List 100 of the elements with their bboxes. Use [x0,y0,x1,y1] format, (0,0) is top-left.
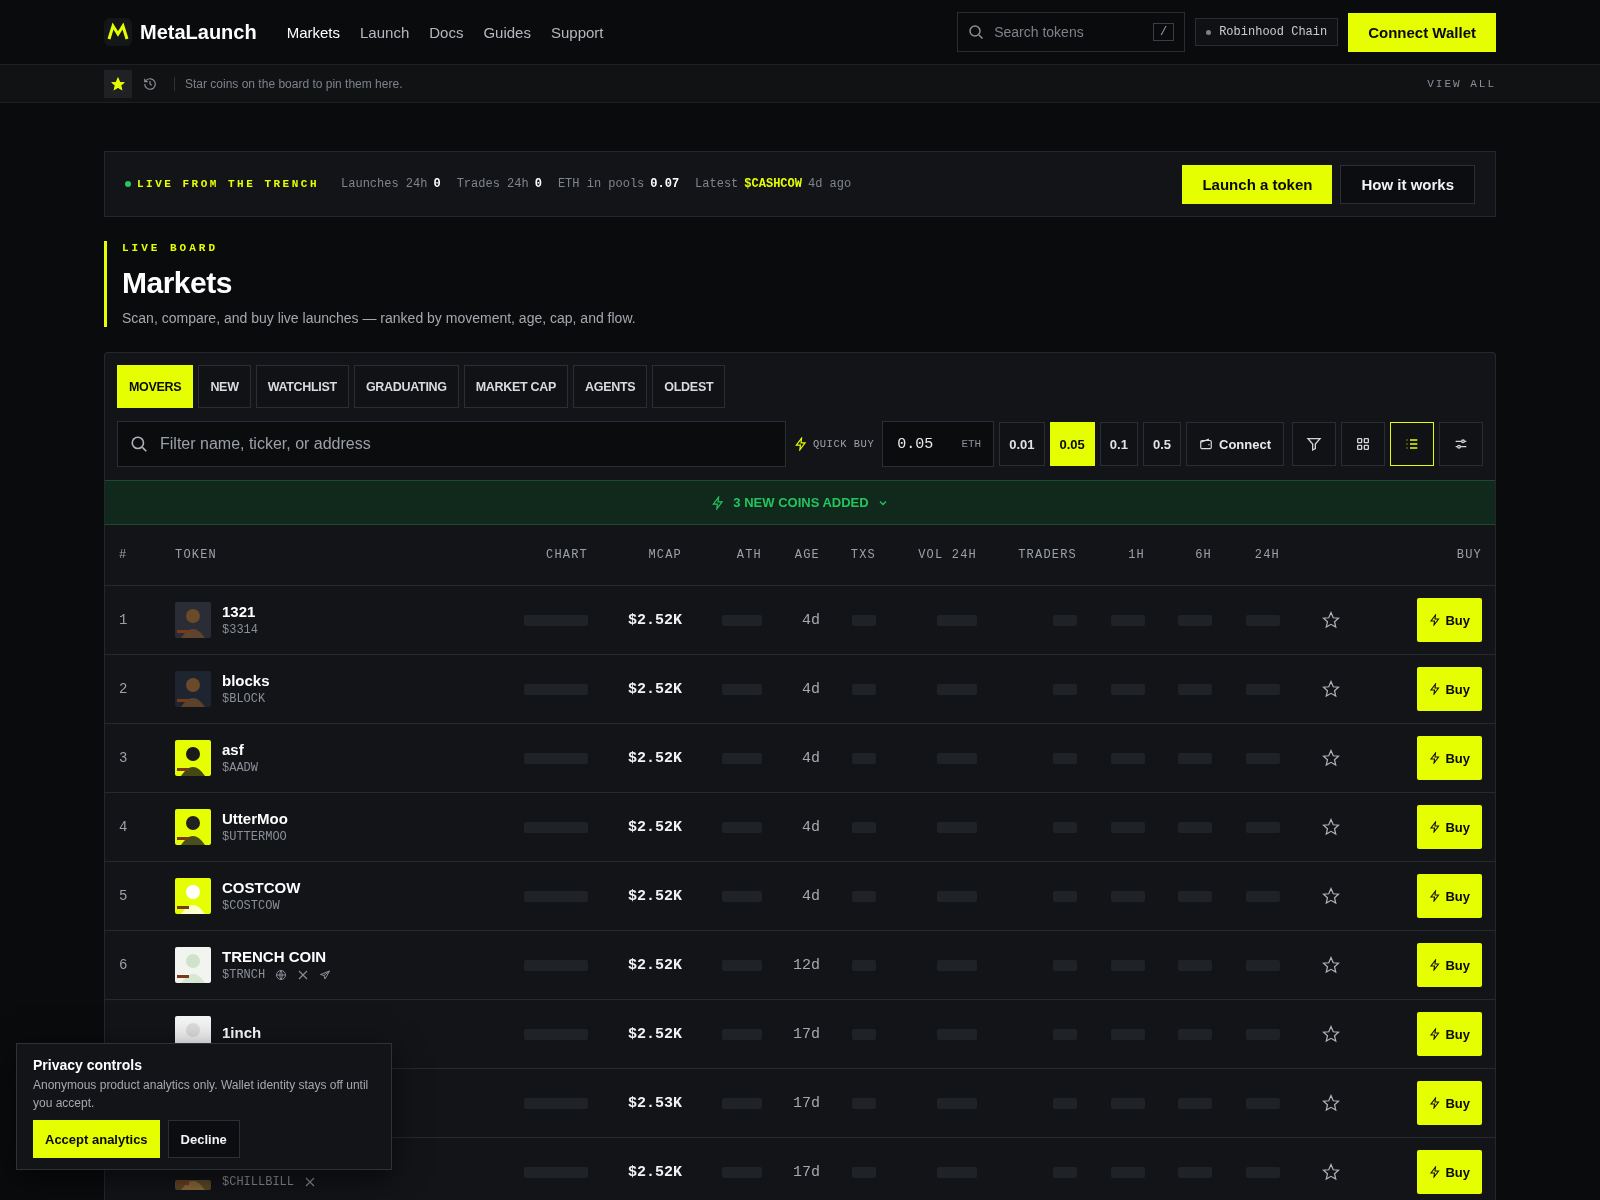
accept-button[interactable]: Accept analytics [33,1120,160,1158]
buy-button[interactable]: Buy [1417,1150,1482,1194]
token-name[interactable]: TRENCH COIN [222,948,332,965]
market-cap: $2.53K [627,1094,682,1112]
buy-button[interactable]: Buy [1417,667,1482,711]
column-header: 24H [1253,548,1280,562]
amount-input[interactable]: 0.05 [895,434,950,454]
amount-preset[interactable]: 0.5 [1142,422,1181,466]
buy-button[interactable]: Buy [1417,1081,1482,1125]
token-age: 4d [801,749,820,767]
star-icon[interactable] [1322,680,1340,698]
filter-tab[interactable]: MOVERS [117,365,194,408]
starred-tab[interactable] [104,69,132,98]
token-name[interactable]: COSTCOW [222,879,301,896]
market-cap: $2.52K [627,1163,682,1181]
logo-icon [104,18,132,46]
market-cap: $2.52K [627,956,682,974]
token-ticker: $AADW [222,761,258,775]
lightning-icon [1429,890,1442,902]
filter-box[interactable]: Filter name, ticker, or address [117,421,786,467]
nav-link[interactable]: Guides [483,23,531,41]
nav-link[interactable]: Markets [286,23,341,41]
connect-wallet-button[interactable]: Connect Wallet [1348,12,1496,52]
live-dot-icon [125,181,131,187]
lightning-icon [794,437,808,451]
buy-button[interactable]: Buy [1417,598,1482,642]
token-name[interactable]: asf [222,741,258,758]
how-it-works-button[interactable]: How it works [1340,164,1475,204]
star-icon[interactable] [1322,611,1340,629]
launch-button[interactable]: Launch a token [1182,164,1333,204]
filter-tab[interactable]: AGENTS [573,365,648,408]
star-icon[interactable] [1322,1163,1340,1181]
buy-button[interactable]: Buy [1417,943,1482,987]
filter-view-button[interactable] [1292,422,1336,466]
x-icon[interactable] [297,969,310,981]
token-name[interactable]: 1inch [222,1024,262,1041]
star-icon[interactable] [1322,1025,1340,1043]
column-header: 1H [1127,548,1145,562]
token-age: 4d [801,611,820,629]
amount-preset[interactable]: 0.01 [999,422,1045,466]
view-all-link[interactable]: VIEW ALL [1427,77,1496,90]
star-icon[interactable] [1322,1094,1340,1112]
decline-button[interactable]: Decline [167,1120,240,1158]
new-coins-banner[interactable]: 3 NEW COINS ADDED [105,480,1495,525]
search-input[interactable]: Search tokens [992,23,1145,41]
grid-view-button[interactable] [1341,422,1385,466]
buy-button[interactable]: Buy [1417,1012,1482,1056]
rank-number: 4 [118,819,129,835]
token-age: 4d [801,818,820,836]
search-box[interactable]: Search tokens / [957,12,1186,52]
token-name[interactable]: 1321 [222,603,258,620]
column-header: VOL 24H [917,548,977,562]
buy-button[interactable]: Buy [1417,874,1482,918]
brand-name[interactable]: MetaLaunch [140,20,257,44]
token-name[interactable]: blocks [222,672,270,689]
nav-link[interactable]: Launch [360,23,410,41]
amount-preset[interactable]: 0.1 [1099,422,1138,466]
column-header: # [118,548,129,562]
shortcut-key: / [1152,23,1175,41]
chain-selector[interactable]: Robinhood Chain [1195,18,1339,46]
pin-hint: Star coins on the board to pin them here. [185,76,403,91]
star-icon[interactable] [1322,749,1340,767]
column-header: ATH [735,548,762,562]
token-link[interactable]: $CASHCOW [744,177,802,191]
settings-view-button[interactable] [1439,422,1483,466]
star-icon[interactable] [1322,956,1340,974]
filter-tab[interactable]: MARKET CAP [463,365,569,408]
stat-label: Latest [695,177,739,191]
paper-plane-icon[interactable] [319,969,332,981]
filter-tab[interactable]: OLDEST [652,365,726,408]
filter-tab[interactable]: GRADUATING [353,365,459,408]
star-icon[interactable] [1322,887,1340,905]
rank-number: 5 [118,888,129,904]
filter-tab[interactable]: NEW [198,365,251,408]
grid-icon [1355,436,1371,452]
token-name[interactable]: UtterMoo [222,810,288,827]
star-icon[interactable] [1322,818,1340,836]
globe-icon[interactable] [275,969,288,981]
filter-input[interactable]: Filter name, ticker, or address [158,434,773,454]
amount-preset[interactable]: 0.05 [1049,422,1095,466]
list-view-button[interactable] [1390,422,1434,466]
page-subtitle: Scan, compare, and buy live launches — ranked by movement, age, cap, and flow. [122,310,637,326]
search-icon [130,435,148,453]
unit-label: ETH [961,438,982,450]
x-icon[interactable] [304,1176,316,1188]
nav-link[interactable]: Docs [429,23,464,41]
nav-link[interactable]: Support [550,23,604,41]
rank-number: 2 [118,681,129,697]
market-cap: $2.52K [627,749,682,767]
column-header: TXS [849,548,876,562]
buy-button[interactable]: Buy [1417,736,1482,780]
section-eyebrow: LIVE BOARD [122,242,219,254]
amount-box[interactable]: 0.05 ETH [882,421,995,467]
history-icon [143,76,157,91]
buy-button[interactable]: Buy [1417,805,1482,849]
token-ticker: $CHILLBILL [222,1175,294,1189]
token-ticker: $TRNCH [222,968,266,982]
filter-tab[interactable]: WATCHLIST [255,365,349,408]
connect-button[interactable]: Connect [1186,422,1284,466]
live-label: LIVE FROM THE TRENCH [137,178,320,190]
